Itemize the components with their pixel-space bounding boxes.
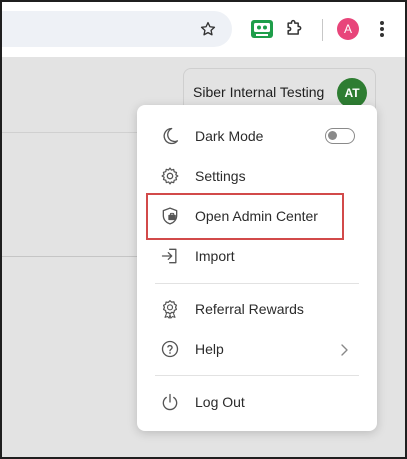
menu-item-settings[interactable]: Settings (137, 156, 377, 196)
menu-item-label: Log Out (195, 394, 245, 410)
account-menu: Dark Mode Settings Open Admin Center Imp… (137, 105, 377, 431)
menu-item-referral-rewards[interactable]: Referral Rewards (137, 289, 377, 329)
menu-item-label: Dark Mode (195, 128, 264, 144)
import-icon (159, 245, 181, 267)
power-icon (159, 391, 181, 413)
account-avatar: AT (337, 78, 367, 108)
menu-item-open-admin-center[interactable]: Open Admin Center (137, 196, 377, 236)
menu-item-dark-mode[interactable]: Dark Mode (137, 116, 377, 156)
kebab-menu-icon[interactable] (374, 19, 390, 39)
moon-icon (159, 125, 181, 147)
page-divider (2, 132, 137, 133)
menu-item-label: Help (195, 341, 224, 357)
dark-mode-toggle[interactable] (325, 128, 355, 144)
screenshot-frame: A Siber Internal Testing AT Dark Mode Se… (0, 0, 407, 459)
chevron-right-icon (339, 343, 349, 356)
page-divider (2, 256, 137, 257)
extension-icon[interactable] (250, 18, 274, 40)
account-name: Siber Internal Testing (193, 84, 325, 100)
menu-item-help[interactable]: Help (137, 329, 377, 369)
profile-avatar[interactable]: A (337, 18, 359, 40)
browser-toolbar: A (2, 2, 405, 57)
gear-icon (159, 165, 181, 187)
award-badge-icon (159, 298, 181, 320)
help-circle-icon (159, 338, 181, 360)
shield-briefcase-icon (159, 205, 181, 227)
menu-item-label: Referral Rewards (195, 301, 304, 317)
toolbar-divider (322, 19, 323, 41)
menu-item-import[interactable]: Import (137, 236, 377, 276)
menu-item-label: Settings (195, 168, 246, 184)
star-icon[interactable] (198, 19, 218, 39)
puzzle-icon[interactable] (282, 18, 306, 40)
menu-separator (155, 283, 359, 284)
menu-item-label: Open Admin Center (195, 208, 318, 224)
menu-item-label: Import (195, 248, 235, 264)
menu-separator (155, 375, 359, 376)
menu-item-log-out[interactable]: Log Out (137, 382, 377, 422)
